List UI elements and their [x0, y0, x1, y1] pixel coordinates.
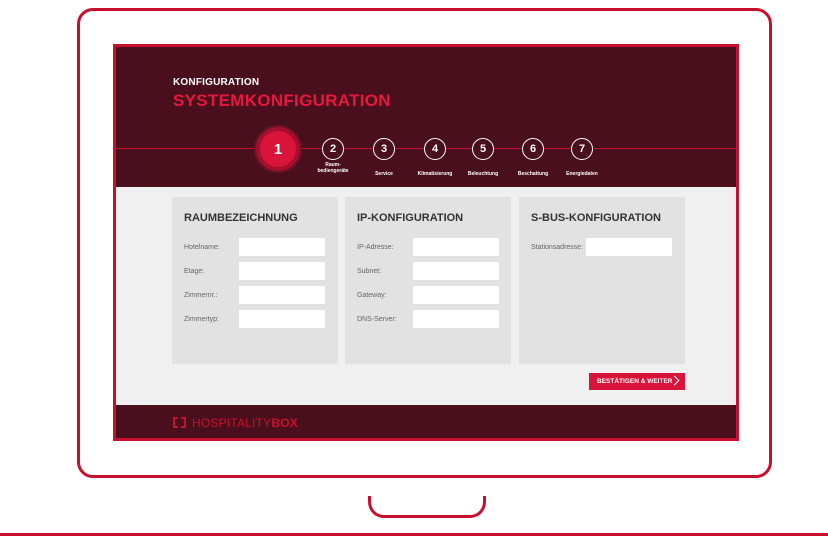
room-panel: RAUMBEZEICHNUNG Hotelname: Etage: Zimmer…	[172, 197, 338, 364]
etage-label: Etage:	[184, 268, 205, 275]
step-5-label: Beleuchtung	[467, 171, 499, 177]
ip-panel-title: IP-KONFIGURATION	[357, 212, 464, 224]
step-7-label: Energiedaten	[566, 171, 598, 177]
bracket-box-icon	[173, 417, 186, 428]
brand-logo-light: HOSPITALITY	[192, 416, 272, 430]
step-4[interactable]: 4	[424, 138, 446, 160]
hotelname-label: Hotelname:	[184, 244, 220, 251]
header-subtitle: KONFIGURATION	[173, 77, 260, 88]
dns-server-label: DNS-Server:	[357, 316, 397, 323]
step-2[interactable]: 2	[322, 138, 344, 160]
gateway-input[interactable]	[413, 286, 499, 304]
subnet-label: Subnet:	[357, 268, 382, 275]
step-3[interactable]: 3	[373, 138, 395, 160]
footer: HOSPITALITYBOX	[116, 405, 736, 438]
step-6[interactable]: 6	[522, 138, 544, 160]
step-5[interactable]: 5	[472, 138, 494, 160]
step-2-label-line2: bediengeräte	[317, 168, 349, 174]
sbus-panel-title: S-BUS-KONFIGURATION	[531, 212, 661, 224]
sbus-panel: S-BUS-KONFIGURATION Stationsadresse:	[519, 197, 685, 364]
confirm-next-label: BESTÄTIGEN & WEITER	[597, 378, 673, 385]
step-1[interactable]: 1	[256, 127, 300, 171]
zimmertyp-label: Zimmertyp:	[184, 316, 219, 323]
step-3-label: Service	[375, 171, 393, 177]
step-2-label: Raum- bediengeräte	[306, 162, 360, 174]
header: KONFIGURATION SYSTEMKONFIGURATION 1 2 Ra…	[116, 47, 736, 187]
page-title: SYSTEMKONFIGURATION	[173, 91, 391, 110]
confirm-next-button[interactable]: BESTÄTIGEN & WEITER	[589, 373, 685, 390]
brand-logo-bold: BOX	[271, 416, 298, 430]
zimmernr-input[interactable]	[239, 286, 325, 304]
dns-server-input[interactable]	[413, 310, 499, 328]
subnet-input[interactable]	[413, 262, 499, 280]
ip-panel: IP-KONFIGURATION IP-Adresse: Subnet: Gat…	[345, 197, 511, 364]
app-screen: KONFIGURATION SYSTEMKONFIGURATION 1 2 Ra…	[113, 44, 739, 441]
gateway-label: Gateway:	[357, 292, 387, 299]
zimmertyp-input[interactable]	[239, 310, 325, 328]
ip-address-label: IP-Adresse:	[357, 244, 394, 251]
stationsadresse-input[interactable]	[586, 238, 672, 256]
hotelname-input[interactable]	[239, 238, 325, 256]
step-4-label: Klimatisierung	[417, 171, 453, 177]
step-6-label: Beschattung	[517, 171, 549, 177]
laptop-notch	[368, 496, 486, 518]
brand-logo: HOSPITALITYBOX	[192, 416, 298, 430]
step-7[interactable]: 7	[571, 138, 593, 160]
stationsadresse-label: Stationsadresse:	[531, 244, 584, 251]
room-panel-title: RAUMBEZEICHNUNG	[184, 212, 298, 224]
zimmernr-label: Zimmernr.:	[184, 292, 218, 299]
ip-address-input[interactable]	[413, 238, 499, 256]
etage-input[interactable]	[239, 262, 325, 280]
